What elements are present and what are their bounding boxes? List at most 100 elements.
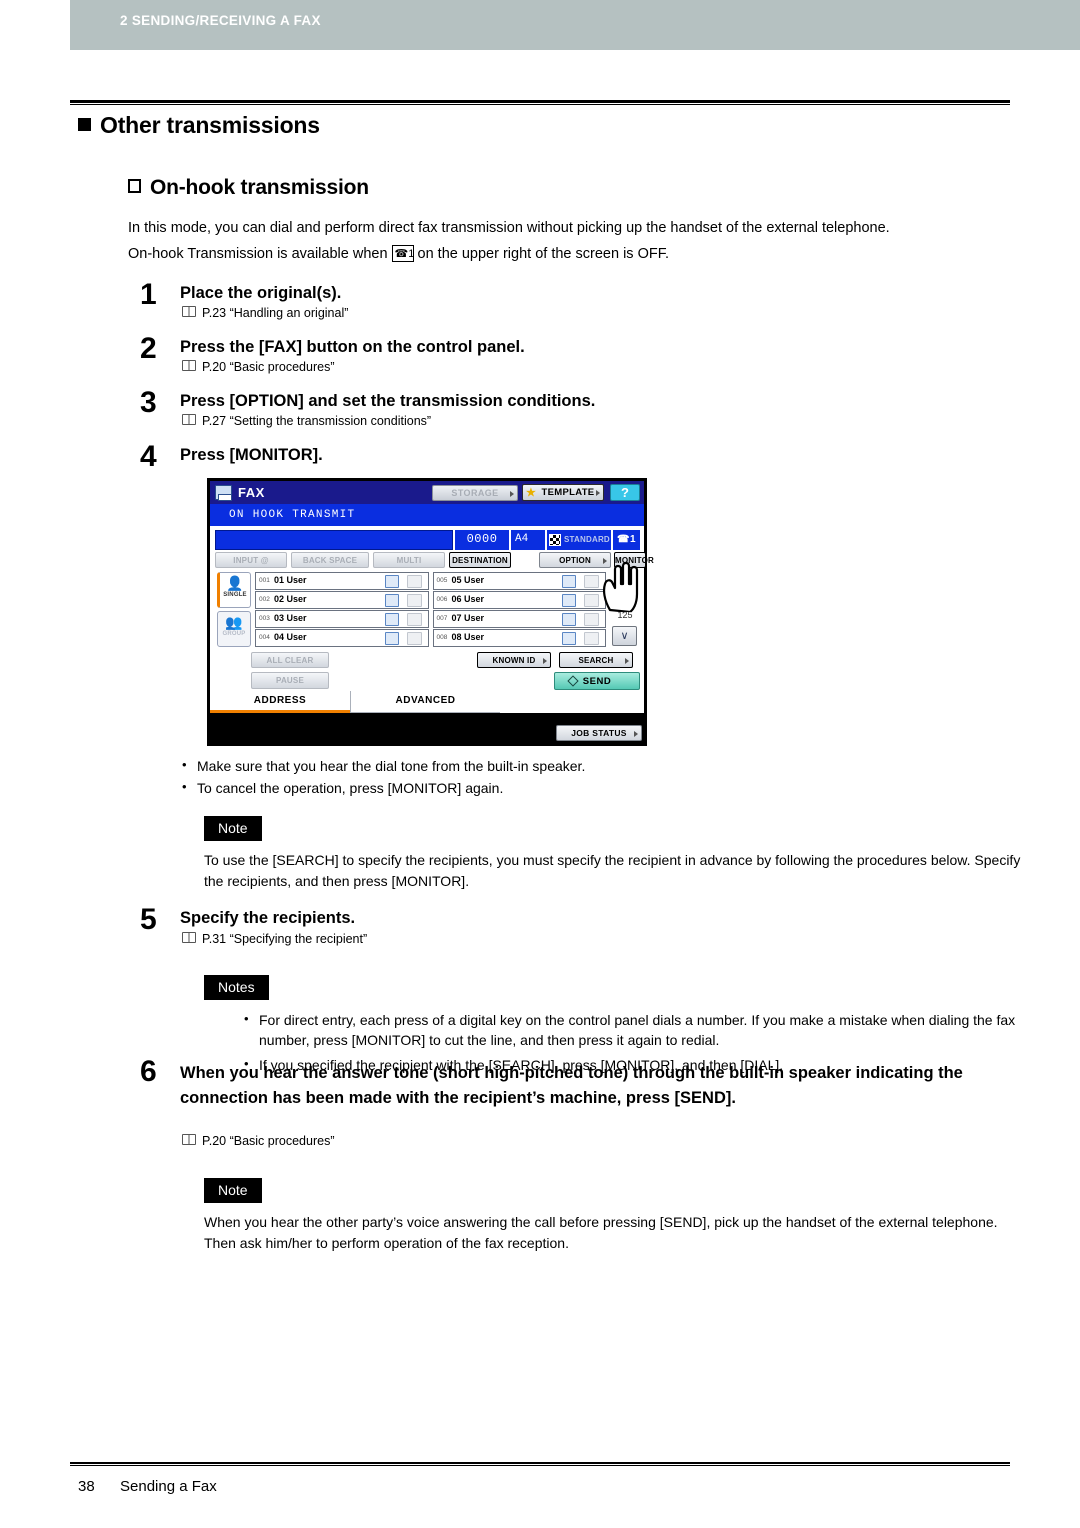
- section-bullet-icon: [78, 118, 91, 131]
- address-entry[interactable]: 004 04 User: [255, 629, 429, 647]
- back-space-button[interactable]: BACK SPACE: [291, 552, 369, 568]
- fax-icon: [562, 594, 576, 607]
- address-entry[interactable]: 002 02 User: [255, 591, 429, 609]
- intro-line2-after: on the upper right of the screen is OFF.: [417, 246, 669, 262]
- fax-icon: [384, 632, 399, 645]
- step-6-xref[interactable]: P.20 “Basic procedures”: [182, 1134, 334, 1148]
- input-at-button[interactable]: INPUT @: [215, 552, 287, 568]
- address-column-left: 001 01 User 002 02 User 003 03 User 004 …: [255, 572, 429, 650]
- destination-button[interactable]: DESTINATION: [449, 552, 511, 568]
- mail-icon: [406, 613, 422, 626]
- panel-action-row-1: ALL CLEAR KNOWN ID SEARCH: [215, 652, 640, 668]
- storage-button[interactable]: STORAGE: [432, 485, 518, 501]
- line-status-display: ☎1 ☎2: [613, 530, 640, 564]
- phone-glyph: ☎1: [394, 248, 415, 260]
- template-button[interactable]: ★ TEMPLATE: [522, 484, 604, 501]
- tab-advanced[interactable]: ADVANCED: [350, 691, 500, 713]
- address-entry[interactable]: 008 08 User: [432, 629, 606, 647]
- step-2-xref[interactable]: P.20 “Basic procedures”: [182, 360, 334, 374]
- panel-titlebar: FAX STORAGE ★ TEMPLATE ?: [210, 481, 644, 504]
- multi-button[interactable]: MULTI: [373, 552, 445, 568]
- search-label: SEARCH: [578, 656, 614, 665]
- fax-icon: [384, 575, 399, 588]
- book-icon: [182, 414, 196, 425]
- step-5-xref-text: P.31 “Specifying the recipient”: [202, 932, 368, 946]
- step-3-xref[interactable]: P.27 “Setting the transmission condition…: [182, 414, 431, 428]
- step-1-xref-text: P.23 “Handling an original”: [202, 306, 349, 320]
- step-6-title: When you hear the answer tone (short hig…: [180, 1064, 963, 1107]
- address-index: 008: [436, 634, 448, 641]
- person-icon: 👤: [226, 575, 244, 591]
- storage-label: STORAGE: [451, 488, 499, 498]
- mail-icon: [584, 594, 599, 607]
- tab-address-label: ADDRESS: [253, 695, 307, 706]
- top-rule: [70, 100, 1010, 105]
- back-space-label: BACK SPACE: [302, 556, 358, 565]
- job-status-button[interactable]: JOB STATUS: [556, 725, 642, 741]
- step-2-xref-text: P.20 “Basic procedures”: [202, 360, 335, 374]
- address-entry[interactable]: 003 03 User: [255, 610, 429, 628]
- all-clear-button[interactable]: ALL CLEAR: [251, 652, 329, 668]
- known-id-button[interactable]: KNOWN ID: [477, 652, 551, 668]
- intro-paragraph-1: In this mode, you can dial and perform d…: [128, 220, 890, 236]
- phone-line-icon: ☎1: [391, 245, 415, 262]
- note-badge-3: Note: [204, 1178, 262, 1203]
- resolution-display: STANDARD: [547, 530, 611, 550]
- job-status-label: JOB STATUS: [571, 728, 627, 738]
- panel-body: 0000 A4 STANDARD ☎1 ☎2 INPUT @ BACK SPAC…: [210, 526, 654, 713]
- address-entry[interactable]: 005 05 User: [432, 572, 606, 590]
- chevron-right-icon: [596, 490, 600, 496]
- star-icon: ★: [526, 487, 537, 499]
- step-1-xref[interactable]: P.23 “Handling an original”: [182, 306, 348, 320]
- monitor-button[interactable]: MONITOR: [614, 552, 654, 568]
- monitor-label: MONITOR: [615, 556, 655, 565]
- tab-address[interactable]: ADDRESS: [210, 691, 350, 713]
- chevron-right-icon: [625, 658, 629, 664]
- chapter-header-label: 2 SENDING/RECEIVING A FAX: [120, 13, 321, 28]
- address-entry[interactable]: 001 01 User: [255, 572, 429, 590]
- panel-mode-label: ON HOOK TRANSMIT: [229, 509, 356, 521]
- tab-single[interactable]: 👤 SINGLE: [217, 572, 251, 608]
- chevron-down-icon: ∨: [620, 630, 629, 642]
- note-badge-3-label: Note: [218, 1182, 248, 1198]
- address-index: 003: [259, 615, 270, 622]
- mail-icon: [406, 594, 422, 607]
- book-icon: [182, 306, 196, 317]
- bullet-item: Make sure that you hear the dial tone fr…: [178, 755, 978, 776]
- fax-number-input[interactable]: [215, 530, 453, 550]
- search-button[interactable]: SEARCH: [559, 652, 633, 668]
- pager-total: 125: [617, 610, 633, 620]
- address-columns: 001 01 User 002 02 User 003 03 User 004 …: [255, 572, 606, 650]
- fax-icon: [562, 632, 576, 645]
- option-button[interactable]: OPTION: [539, 552, 611, 568]
- mail-icon: [584, 632, 599, 645]
- step-2-number: 2: [140, 332, 157, 365]
- tab-group[interactable]: 👥 GROUP: [217, 611, 251, 647]
- address-entry[interactable]: 006 06 User: [432, 591, 606, 609]
- subsection-title: On-hook transmission: [128, 176, 369, 200]
- input-at-label: INPUT @: [233, 556, 269, 565]
- group-icon: 👥: [225, 614, 243, 630]
- step-6-xref-text: P.20 “Basic procedures”: [202, 1134, 335, 1148]
- pager-down-button[interactable]: ∨: [612, 626, 637, 646]
- template-label: TEMPLATE: [541, 487, 595, 498]
- address-entry[interactable]: 007 07 User: [432, 610, 606, 628]
- subsection-heading-text: On-hook transmission: [150, 176, 369, 199]
- mail-icon: [406, 575, 422, 588]
- step-4-bullets: Make sure that you hear the dial tone fr…: [178, 755, 978, 800]
- step-3-number: 3: [140, 386, 157, 419]
- step-5-xref[interactable]: P.31 “Specifying the recipient”: [182, 932, 367, 946]
- pause-button[interactable]: PAUSE: [251, 672, 329, 689]
- fax-machine-icon: [215, 485, 232, 501]
- mail-icon: [406, 632, 422, 645]
- address-index: 006: [436, 596, 448, 603]
- send-button[interactable]: SEND: [554, 672, 640, 690]
- address-name: 08 User: [451, 632, 485, 642]
- pause-label: PAUSE: [276, 676, 304, 685]
- help-button[interactable]: ?: [610, 484, 640, 501]
- footer-page-number: 38: [78, 1478, 95, 1495]
- bullet-item: For direct entry, each press of a digita…: [240, 1009, 1030, 1050]
- chapter-header-band: 2 SENDING/RECEIVING A FAX: [70, 0, 1080, 50]
- fax-icon: [384, 594, 399, 607]
- option-label: OPTION: [559, 556, 591, 565]
